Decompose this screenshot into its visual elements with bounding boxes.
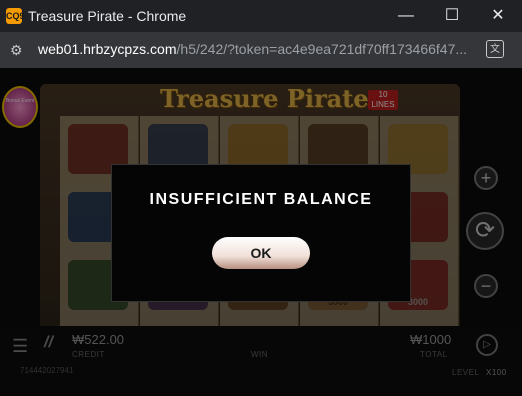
insufficient-balance-dialog: INSUFFICIENT BALANCE OK [111,164,411,302]
url-host: web01.hrbzycpzs.com [38,41,177,57]
close-button[interactable]: ✕ [478,4,518,28]
dialog-message: INSUFFICIENT BALANCE [149,191,373,208]
site-settings-icon[interactable]: ⚙ [10,42,23,59]
url-path: /h5/242/?token=ac4e9ea721df70ff173466f47… [176,41,468,57]
app-logo-icon: CQ9 [6,8,25,24]
maximize-button[interactable]: ☐ [432,4,472,28]
url-field[interactable]: web01.hrbzycpzs.com/h5/242/?token=ac4e9e… [38,41,474,57]
address-bar: ⚙ web01.hrbzycpzs.com/h5/242/?token=ac4e… [0,32,522,68]
translate-icon[interactable]: 文 [486,40,504,58]
window-title: Treasure Pirate - Chrome [28,8,187,24]
ok-button[interactable]: OK [212,237,310,269]
minimize-button[interactable]: — [386,4,426,28]
game-canvas[interactable]: 3000 3000 Treasure Pirate 10 LINES Bonus… [0,68,522,396]
window-titlebar: CQ9 Treasure Pirate - Chrome — ☐ ✕ [0,0,522,32]
